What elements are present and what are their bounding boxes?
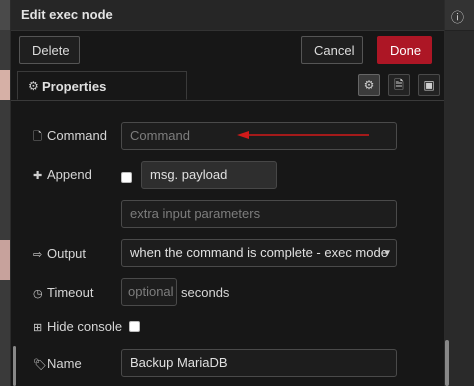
chevron-down-icon: ▾ bbox=[384, 247, 390, 259]
name-label: Name bbox=[47, 356, 82, 371]
append-label: Append bbox=[47, 167, 92, 182]
cancel-button[interactable]: Cancel bbox=[301, 36, 363, 64]
info-icon: ⓘ bbox=[451, 10, 465, 25]
done-button[interactable]: Done bbox=[377, 36, 432, 64]
command-label: Command bbox=[47, 128, 107, 143]
plus-icon: ✚ bbox=[33, 170, 43, 182]
timeout-label: Timeout bbox=[47, 285, 94, 300]
edit-node-dialog: Edit exec node Delete Cancel Done ⚙ Prop… bbox=[10, 0, 445, 386]
sidebar-right: ⓘ bbox=[443, 0, 474, 386]
timeout-input[interactable]: optional bbox=[121, 278, 177, 306]
output-select-value: when the command is complete - exec mode bbox=[130, 245, 388, 260]
hide-console-label: Hide console bbox=[47, 319, 123, 334]
sidebar-tab-header[interactable]: ⓘ bbox=[443, 0, 474, 31]
windows-icon: ⊞ bbox=[33, 322, 43, 334]
output-select[interactable]: when the command is complete - exec mode… bbox=[121, 239, 397, 267]
annotation-arrow bbox=[237, 131, 369, 139]
command-label-row: 🗋 Command bbox=[33, 128, 107, 147]
tab-properties-label: Properties bbox=[42, 79, 107, 94]
hide-console-label-row: ⊞ Hide console bbox=[33, 319, 122, 334]
delete-button[interactable]: Delete bbox=[19, 36, 80, 64]
gear-icon: ⚙ bbox=[28, 79, 39, 93]
extra-parameters-input[interactable]: extra input parameters bbox=[121, 200, 397, 228]
dialog-tabs: ⚙ Properties ⚙ 🗎 ▣ bbox=[11, 70, 444, 101]
sign-out-icon: ⇨ bbox=[33, 249, 43, 261]
tag-icon: 🏷 bbox=[33, 359, 47, 371]
append-msg-payload: msg. payload bbox=[141, 161, 277, 189]
name-label-row: 🏷Name bbox=[33, 356, 82, 371]
append-label-row: ✚ Append bbox=[33, 167, 92, 182]
dialog-scrollbar[interactable] bbox=[13, 346, 16, 386]
dialog-title-bar: Edit exec node bbox=[11, 0, 444, 31]
tab-properties[interactable]: ⚙ Properties bbox=[17, 71, 187, 100]
background-workspace-left bbox=[0, 0, 10, 386]
output-label-row: ⇨ Output bbox=[33, 246, 86, 261]
sidebar-scrollbar[interactable] bbox=[445, 340, 449, 386]
hide-console-checkbox[interactable] bbox=[129, 321, 140, 332]
settings-gear-icon[interactable]: ⚙ bbox=[358, 74, 380, 96]
timeout-unit: seconds bbox=[181, 285, 230, 300]
append-checkbox[interactable] bbox=[121, 172, 132, 183]
appearance-frame-icon[interactable]: ▣ bbox=[418, 74, 440, 96]
dialog-title: Edit exec node bbox=[21, 7, 113, 22]
name-input[interactable]: Backup MariaDB bbox=[121, 349, 397, 377]
file-icon: 🗋 bbox=[33, 131, 42, 143]
clock-icon: ◷ bbox=[33, 288, 43, 300]
output-label: Output bbox=[47, 246, 87, 261]
description-document-icon[interactable]: 🗎 bbox=[388, 74, 410, 96]
timeout-label-row: ◷ Timeout bbox=[33, 285, 93, 300]
